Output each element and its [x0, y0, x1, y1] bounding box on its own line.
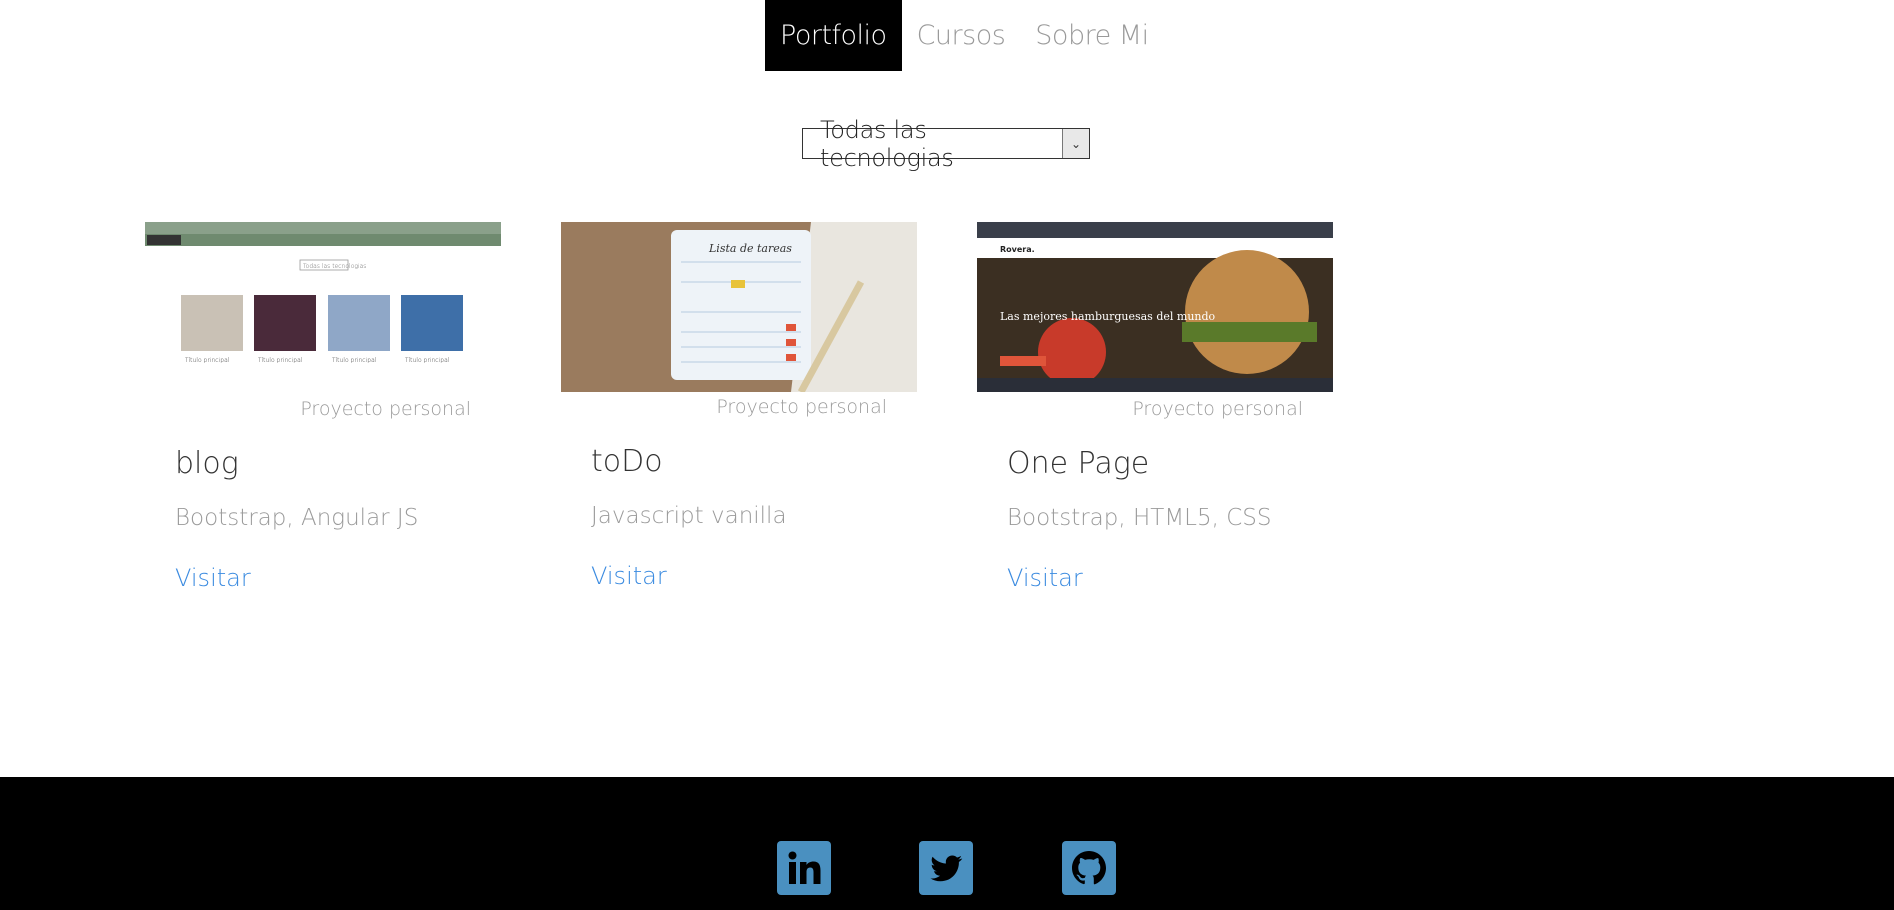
nav-sobre-mi[interactable]: Sobre Mi: [1020, 0, 1163, 71]
project-thumbnail[interactable]: Lista de tareas: [561, 222, 917, 392]
thumb-onepage-brand: Rovera.: [1000, 245, 1035, 254]
project-tag: Proyecto personal: [300, 398, 471, 420]
project-tag: Proyecto personal: [716, 396, 887, 418]
nav-cursos[interactable]: Cursos: [902, 0, 1021, 71]
project-technologies: Javascript vanilla: [591, 503, 787, 529]
thumb-select-text: Todas las tecnologias: [303, 263, 366, 270]
project-title: toDo: [591, 444, 663, 479]
project-technologies: Bootstrap, Angular JS: [175, 505, 419, 531]
thumb-onepage-headline: Las mejores hamburguesas del mundo: [1000, 310, 1216, 323]
filter-selected-value: Todas las tecnologias: [820, 115, 954, 172]
project-tag: Proyecto personal: [1132, 398, 1303, 420]
project-thumbnail[interactable]: Rovera. Las mejores hamburguesas del mun…: [977, 222, 1333, 392]
project-technologies: Bootstrap, HTML5, CSS: [1007, 505, 1272, 531]
thumb-card-title: Título principal: [332, 357, 376, 364]
project-card-todo: Lista de tareas Proyecto personal toDo J…: [561, 222, 917, 602]
thumb-card-title: Título principal: [185, 357, 229, 364]
thumb-todo-heading: Lista de tareas: [708, 242, 792, 255]
project-title: One Page: [1007, 446, 1150, 481]
main-nav: Portfolio Cursos Sobre Mi: [765, 0, 1164, 71]
thumb-card-title: Título principal: [258, 357, 302, 364]
nav-portfolio[interactable]: Portfolio: [765, 0, 902, 71]
visit-link[interactable]: Visitar: [175, 564, 251, 592]
project-card-one-page: Rovera. Las mejores hamburguesas del mun…: [977, 222, 1333, 602]
project-card-blog: Todas las tecnologias Título principal T…: [145, 222, 501, 602]
twitter-icon[interactable]: [919, 841, 973, 895]
project-thumbnail[interactable]: Todas las tecnologias Título principal T…: [145, 222, 501, 392]
visit-link[interactable]: Visitar: [591, 562, 667, 590]
thumb-card-title: Título principal: [405, 357, 449, 364]
project-title: blog: [175, 446, 239, 481]
chevron-down-icon[interactable]: ⌄: [1062, 129, 1089, 158]
visit-link[interactable]: Visitar: [1007, 564, 1083, 592]
linkedin-icon[interactable]: [777, 841, 831, 895]
technology-filter-select[interactable]: Todas las tecnologias ⌄: [802, 115, 1090, 172]
github-icon[interactable]: [1062, 841, 1116, 895]
